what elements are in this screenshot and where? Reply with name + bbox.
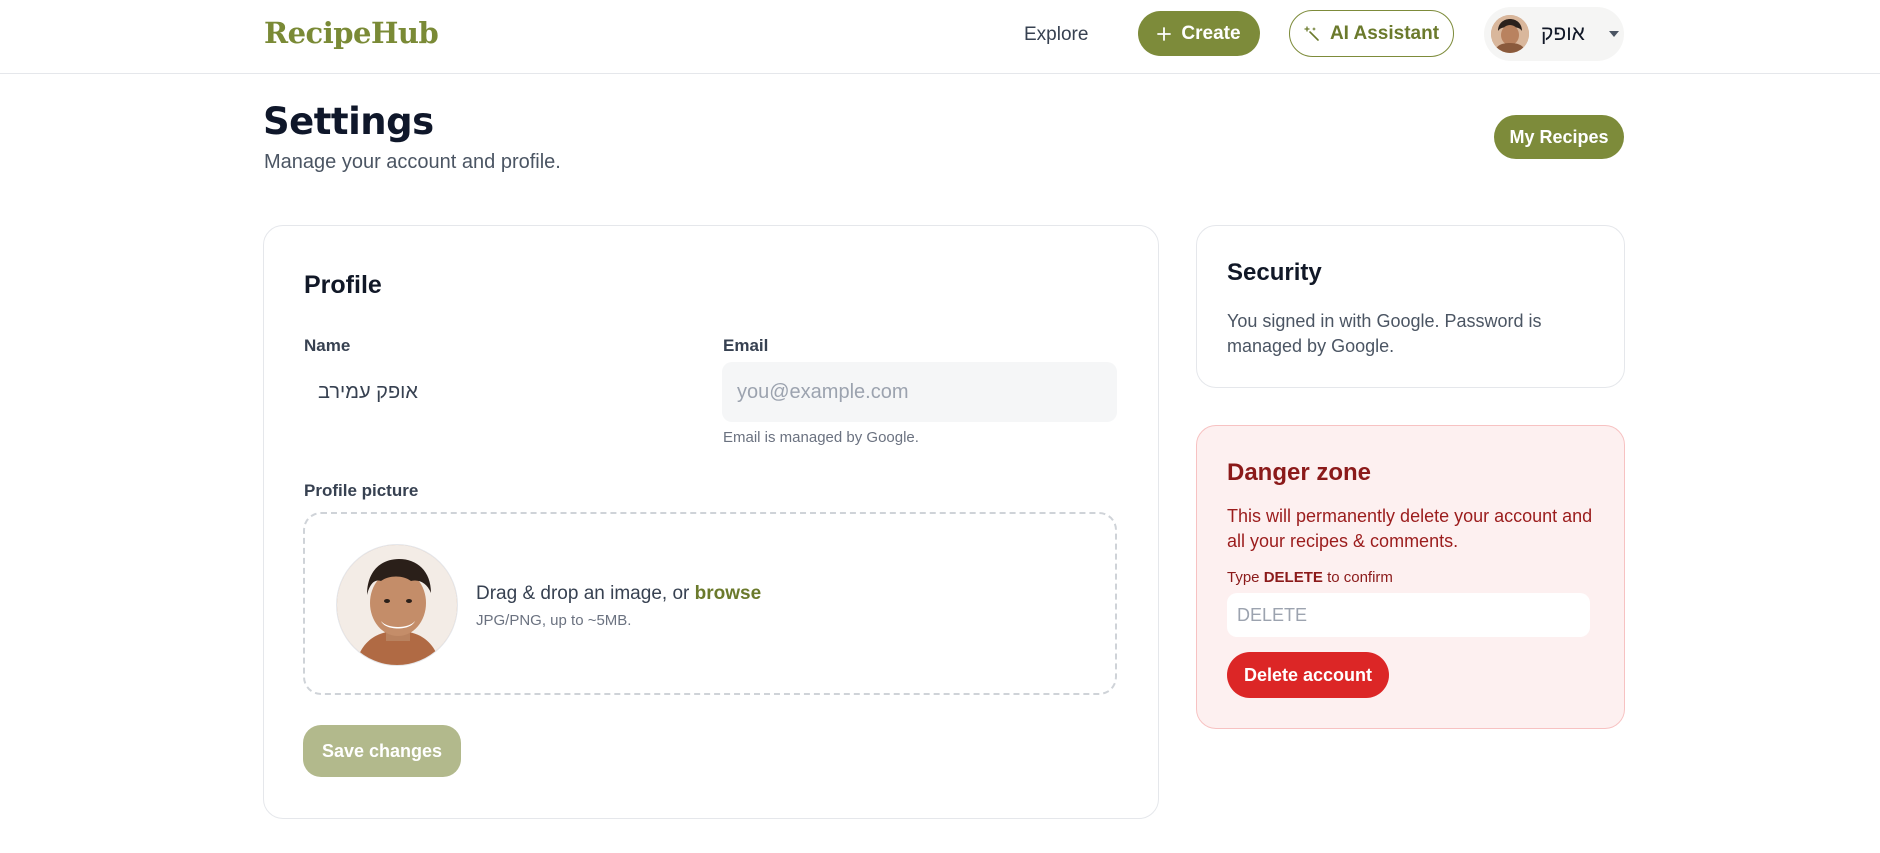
profile-heading: Profile: [304, 271, 382, 299]
my-recipes-button[interactable]: My Recipes: [1494, 115, 1624, 159]
delete-confirm-placeholder: DELETE: [1237, 604, 1308, 625]
browse-link[interactable]: browse: [695, 583, 762, 604]
email-label: Email: [723, 336, 769, 355]
page-title: Settings: [263, 100, 434, 143]
security-heading: Security: [1227, 259, 1322, 286]
create-button[interactable]: Create: [1138, 11, 1260, 56]
name-label: Name: [304, 336, 351, 355]
ai-assistant-button[interactable]: AI Assistant: [1289, 10, 1454, 57]
profile-picture-preview: [336, 544, 458, 666]
dropzone-instruction: Drag & drop an image, or: [476, 583, 690, 604]
top-navbar: RecipeHub Explore Create AI Assistant או…: [0, 0, 1880, 74]
security-card: Security You signed in with Google. Pass…: [1196, 225, 1625, 388]
delete-confirm-input[interactable]: DELETE: [1227, 593, 1590, 637]
email-field-placeholder: you@example.com: [737, 380, 909, 403]
user-menu-button[interactable]: אופק: [1484, 7, 1624, 61]
dropzone-hint: JPG/PNG, up to ~5MB.: [476, 612, 632, 629]
delete-confirm-label: Type DELETE to confirm: [1227, 569, 1393, 586]
page-subtitle: Manage your account and profile.: [264, 151, 561, 173]
email-field[interactable]: you@example.com: [722, 362, 1117, 422]
logo[interactable]: RecipeHub: [264, 16, 439, 50]
name-field[interactable]: אופק עמירב: [303, 362, 698, 422]
confirm-suffix: to confirm: [1327, 569, 1393, 586]
chevron-down-icon: [1608, 31, 1619, 37]
nav-explore-link[interactable]: Explore: [1024, 22, 1088, 48]
user-name: אופק: [1541, 22, 1585, 45]
confirm-keyword: DELETE: [1263, 569, 1323, 586]
create-button-label: Create: [1181, 22, 1241, 44]
ai-assistant-label: AI Assistant: [1329, 22, 1440, 44]
danger-heading: Danger zone: [1227, 459, 1372, 486]
security-text: You signed in with Google. Password is m…: [1227, 311, 1542, 356]
email-hint: Email is managed by Google.: [723, 429, 919, 446]
danger-text: This will permanently delete your accoun…: [1227, 506, 1593, 551]
avatar: [1491, 15, 1529, 53]
profile-picture-label: Profile picture: [304, 481, 419, 500]
plus-icon: [1157, 26, 1172, 41]
sparkle-wand-icon: [1304, 25, 1319, 41]
dropzone-text: Drag & drop an image, or browse: [476, 583, 761, 605]
name-field-value: אופק עמירב: [318, 380, 418, 403]
danger-zone-card: Danger zone This will permanently delete…: [1196, 425, 1625, 729]
profile-picture-dropzone[interactable]: Drag & drop an image, or browse JPG/PNG,…: [303, 512, 1117, 695]
save-changes-button[interactable]: Save changes: [303, 725, 461, 777]
confirm-prefix: Type: [1227, 569, 1260, 586]
delete-account-button[interactable]: Delete account: [1227, 652, 1389, 698]
